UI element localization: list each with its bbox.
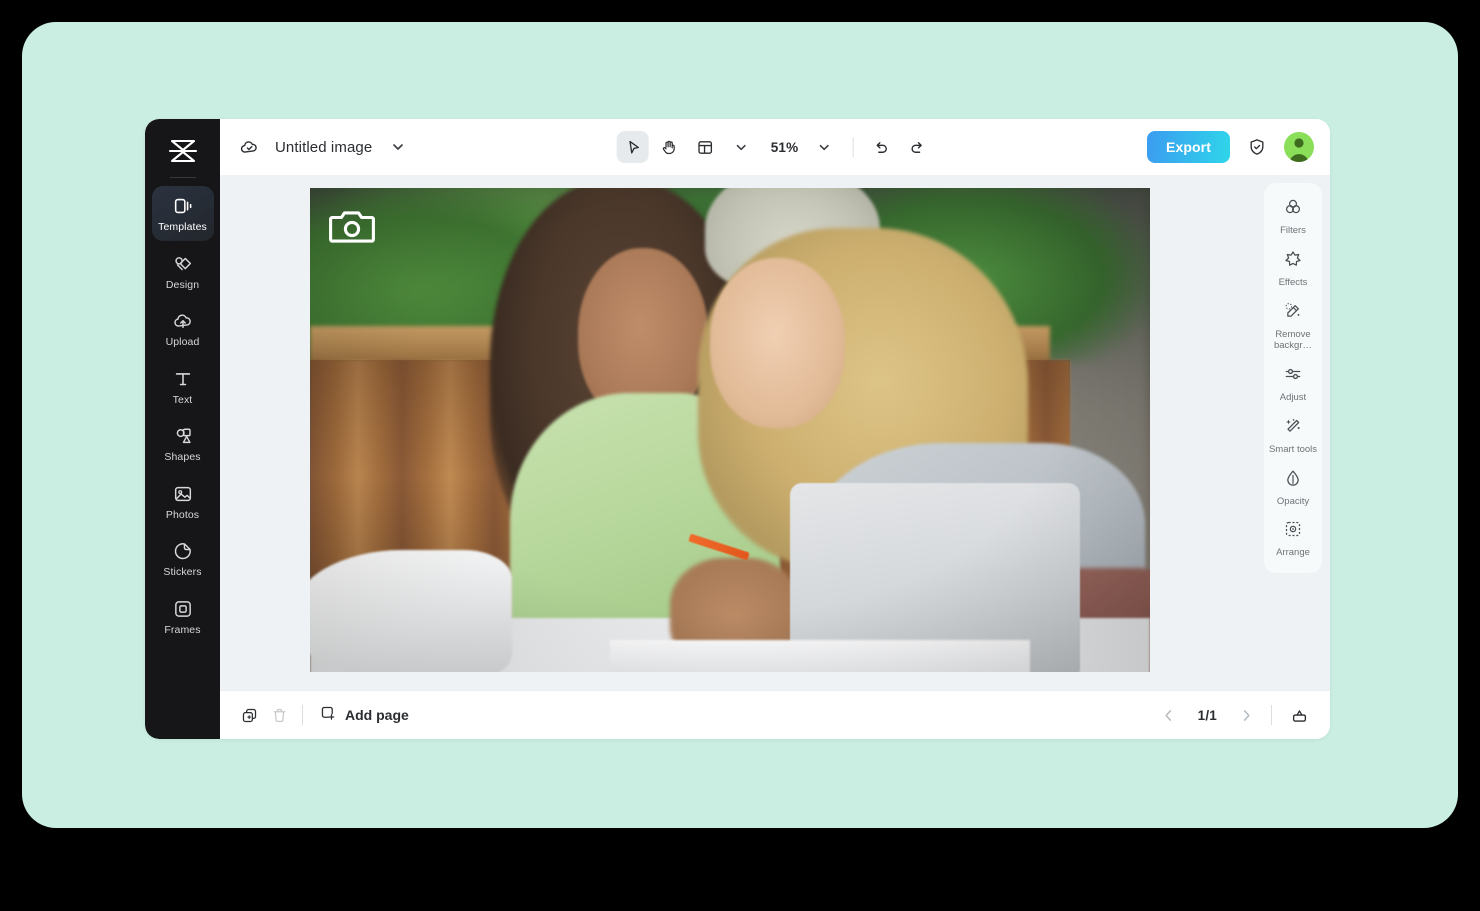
- shapes-icon: [172, 425, 194, 447]
- cloud-check-icon[interactable]: [234, 132, 264, 162]
- zoom-level-value[interactable]: 51%: [761, 140, 805, 155]
- tool-label: Remove backgr…: [1273, 328, 1312, 351]
- hand-icon[interactable]: [653, 131, 685, 163]
- chevron-left-icon[interactable]: [1156, 702, 1182, 728]
- duplicate-page-icon[interactable]: [234, 700, 264, 730]
- tool-adjust[interactable]: Adjust: [1266, 357, 1320, 409]
- artboard-image[interactable]: [310, 188, 1150, 672]
- sidebar-divider: [169, 177, 196, 178]
- page-indicator: 1/1: [1197, 707, 1217, 723]
- center-toolbar: 51%: [616, 131, 934, 163]
- sidebar-item-shapes[interactable]: Shapes: [152, 416, 214, 471]
- templates-icon: [172, 195, 194, 217]
- layout-grid-icon[interactable]: [689, 131, 721, 163]
- tool-label: Adjust: [1279, 391, 1307, 403]
- redo-arrow-icon[interactable]: [901, 131, 933, 163]
- document-title[interactable]: Untitled image: [275, 139, 372, 156]
- toolbar-divider: [852, 137, 854, 157]
- text-icon: [172, 368, 194, 390]
- adjust-sliders-icon: [1283, 364, 1303, 389]
- shield-check-icon[interactable]: [1242, 132, 1272, 162]
- effects-star-icon: [1283, 249, 1303, 274]
- sidebar-item-label: Photos: [165, 508, 200, 521]
- tool-label: Effects: [1278, 276, 1308, 288]
- remove-background-icon: [1283, 301, 1303, 326]
- sidebar-item-label: Design: [165, 278, 200, 291]
- capcut-logo-icon[interactable]: [161, 131, 205, 171]
- tool-label: Smart tools: [1268, 443, 1318, 455]
- sidebar-item-templates[interactable]: Templates: [151, 186, 214, 241]
- sidebar-item-label: Frames: [164, 623, 201, 636]
- sidebar-item-label: Text: [172, 393, 193, 406]
- bottom-bar: Add page 1/1: [220, 690, 1330, 739]
- page-grid-icon[interactable]: [1284, 700, 1314, 730]
- zoom-chevron-down-icon[interactable]: [808, 131, 840, 163]
- document-title-group: Untitled image: [234, 132, 413, 162]
- tool-label: Opacity: [1276, 495, 1310, 507]
- add-page-icon: [319, 704, 337, 727]
- camera-icon[interactable]: [328, 206, 376, 246]
- upload-cloud-icon: [172, 310, 194, 332]
- sidebar-item-label: Templates: [158, 221, 207, 233]
- left-sidebar: Templates Design Upload Text Shapes Phot…: [145, 119, 220, 739]
- right-tools-panel: Filters Effects Remove backgr… Adjust Sm…: [1264, 183, 1322, 574]
- bottom-right-divider: [1271, 705, 1272, 725]
- tool-remove-background[interactable]: Remove backgr…: [1266, 294, 1320, 357]
- main-column: Untitled image 51% Export Filters Effect…: [220, 119, 1330, 739]
- sidebar-item-stickers[interactable]: Stickers: [152, 531, 214, 586]
- app-window: Templates Design Upload Text Shapes Phot…: [145, 119, 1330, 739]
- sidebar-item-label: Shapes: [164, 451, 201, 464]
- mint-stage-backdrop: Templates Design Upload Text Shapes Phot…: [22, 22, 1458, 828]
- arrange-icon: [1283, 519, 1303, 544]
- canvas-area[interactable]: Filters Effects Remove backgr… Adjust Sm…: [220, 175, 1330, 690]
- tool-label: Arrange: [1276, 547, 1310, 559]
- avatar[interactable]: [1284, 132, 1314, 162]
- sidebar-item-text[interactable]: Text: [152, 359, 214, 414]
- sidebar-item-label: Upload: [165, 336, 200, 349]
- sidebar-item-design[interactable]: Design: [152, 244, 214, 299]
- header-right-group: Export: [1147, 131, 1314, 163]
- stickers-icon: [172, 540, 194, 562]
- tool-label: Filters: [1280, 225, 1306, 236]
- cursor-arrow-icon[interactable]: [616, 131, 649, 163]
- add-page-label: Add page: [345, 707, 409, 723]
- smart-tools-wand-icon: [1283, 416, 1303, 441]
- canvas-row: Filters Effects Remove backgr… Adjust Sm…: [220, 175, 1330, 690]
- bottom-divider: [302, 705, 303, 725]
- undo-arrow-icon[interactable]: [865, 131, 897, 163]
- tool-opacity[interactable]: Opacity: [1266, 461, 1320, 513]
- sidebar-item-label: Stickers: [163, 566, 202, 579]
- sidebar-item-photos[interactable]: Photos: [152, 474, 214, 529]
- photos-icon: [172, 483, 194, 505]
- filters-circles-icon: [1283, 197, 1303, 222]
- layout-chevron-down-icon[interactable]: [725, 131, 757, 163]
- tool-arrange[interactable]: Arrange: [1266, 512, 1320, 564]
- frames-icon: [172, 598, 194, 620]
- tool-effects[interactable]: Effects: [1266, 242, 1320, 294]
- top-header: Untitled image 51% Export: [220, 119, 1330, 175]
- chevron-down-icon[interactable]: [383, 132, 413, 162]
- tool-filters[interactable]: Filters: [1266, 190, 1320, 242]
- design-icon: [172, 253, 194, 275]
- export-button[interactable]: Export: [1147, 131, 1230, 163]
- tool-smart-tools[interactable]: Smart tools: [1266, 409, 1320, 461]
- chevron-right-icon[interactable]: [1233, 702, 1259, 728]
- page-navigation: 1/1: [1156, 700, 1314, 730]
- opacity-drop-icon: [1283, 468, 1303, 493]
- sidebar-item-frames[interactable]: Frames: [152, 589, 214, 644]
- sidebar-item-upload[interactable]: Upload: [152, 301, 214, 356]
- add-page-button[interactable]: Add page: [311, 700, 417, 731]
- trash-icon[interactable]: [264, 700, 294, 730]
